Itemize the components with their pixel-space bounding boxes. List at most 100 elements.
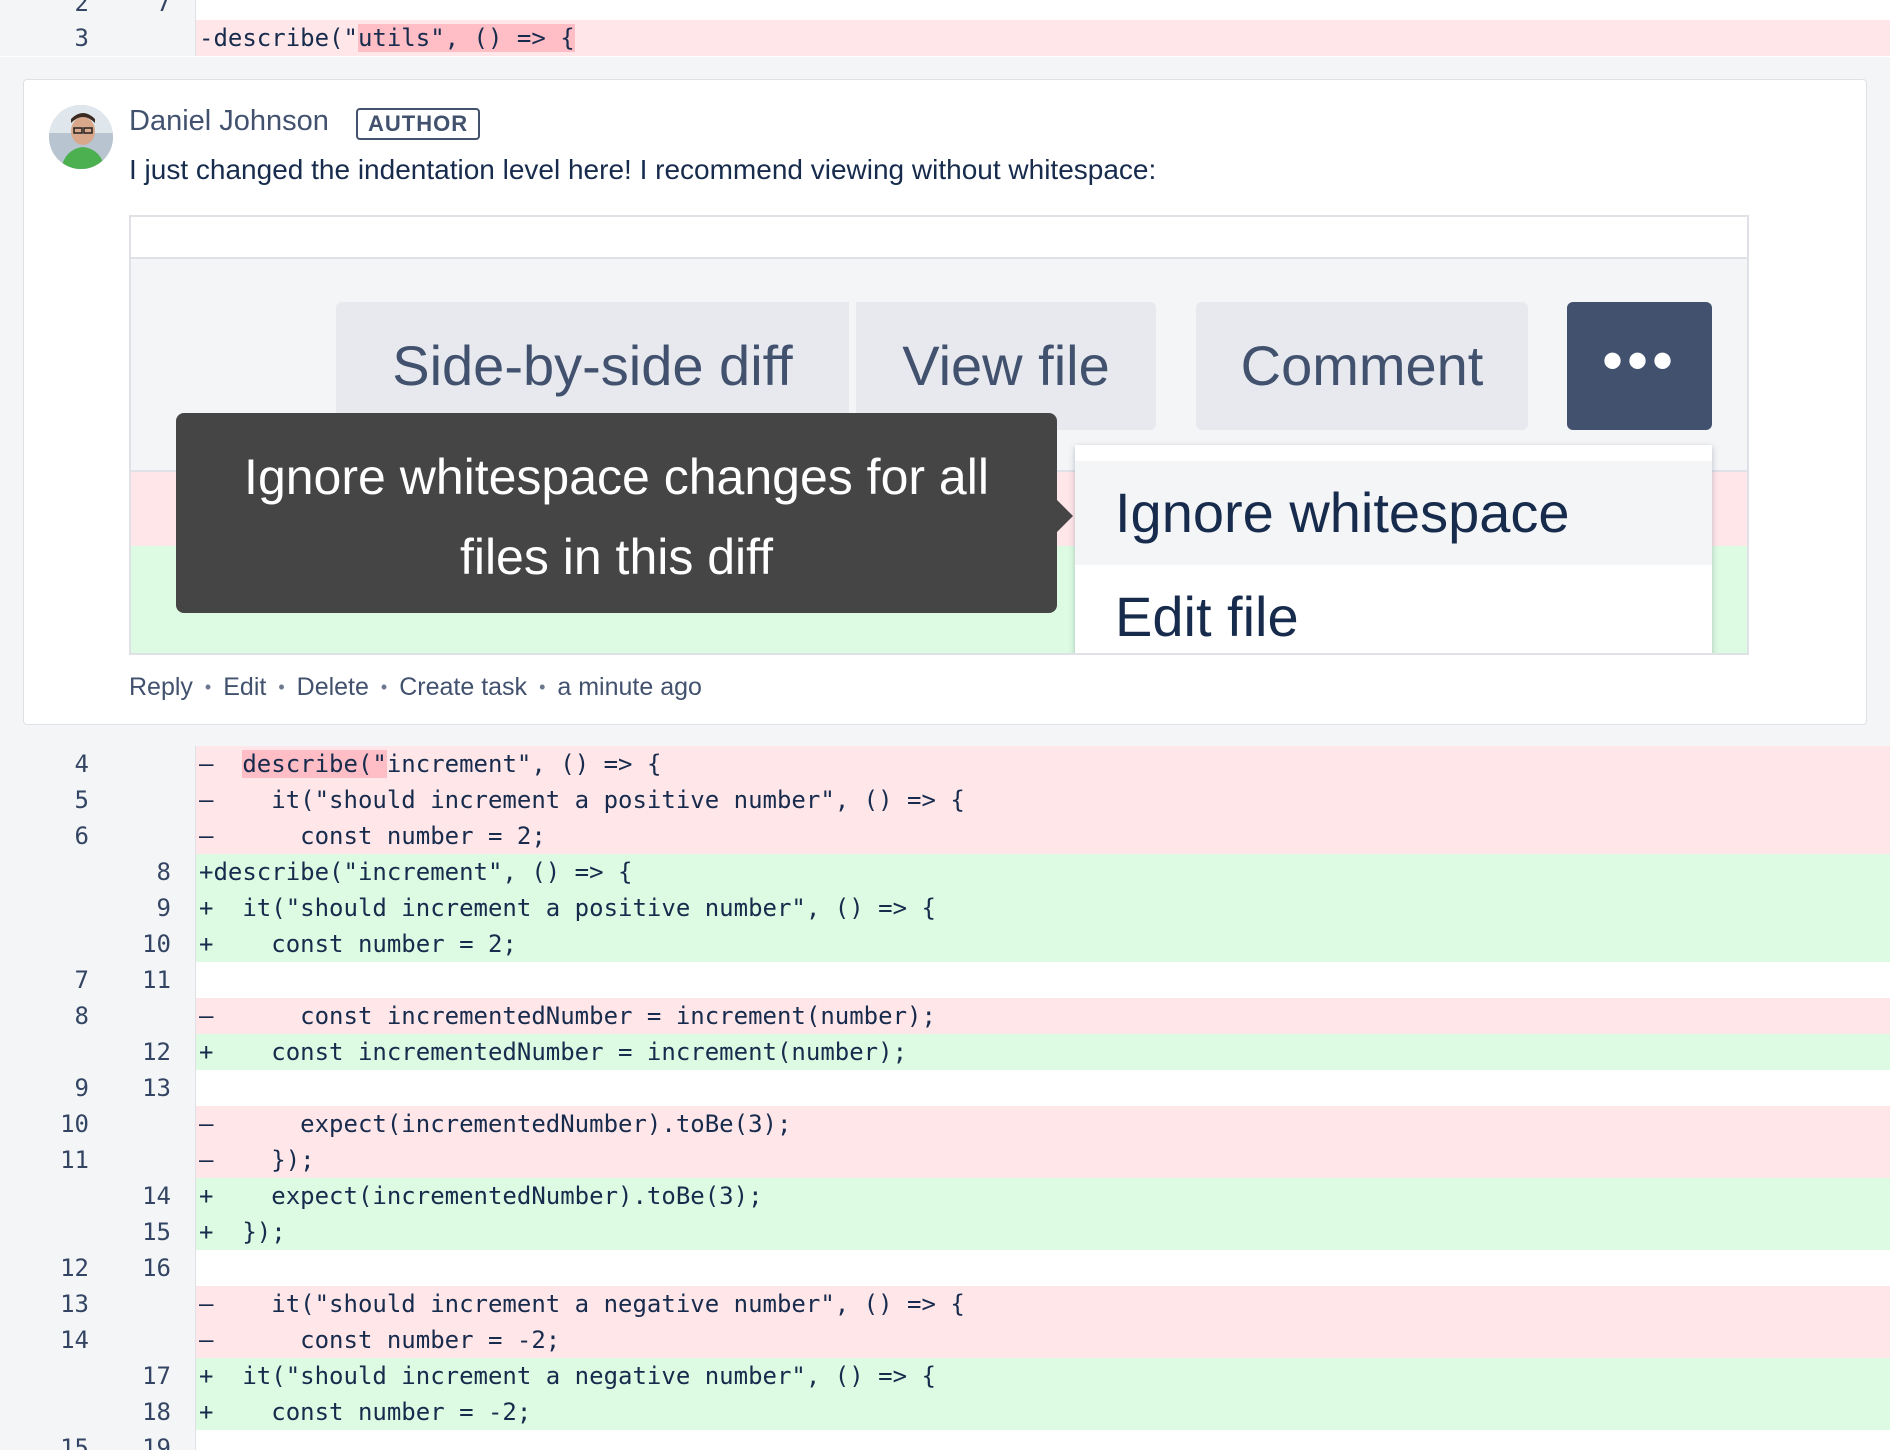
code-text: increment", () => { [386, 750, 662, 778]
new-line-number [97, 782, 194, 818]
old-line-number: 15 [0, 1430, 97, 1450]
code-line [196, 0, 1890, 20]
diff-row: 14 – const number = -2; [0, 1322, 1890, 1358]
new-line-number [97, 818, 194, 854]
line-numbers: 10 [0, 1106, 196, 1142]
code-line [196, 1250, 1890, 1286]
comment-button: Comment [1196, 302, 1528, 430]
old-line-number [0, 1178, 97, 1214]
code-highlight: utils", () => { [357, 24, 575, 52]
code-highlight: describe(" [242, 750, 387, 778]
tooltip-arrow [1057, 500, 1073, 532]
old-line-number: 4 [0, 746, 97, 782]
code-text: -describe(" [199, 24, 358, 52]
line-numbers: 14 [0, 1322, 196, 1358]
code-line: + it("should increment a positive number… [196, 890, 1890, 926]
old-line-number [0, 1358, 97, 1394]
code-line: – const number = -2; [196, 1322, 1890, 1358]
diff-row: 6 – const number = 2; [0, 818, 1890, 854]
diff-row: 10 + const number = 2; [0, 926, 1890, 962]
line-numbers: 13 [0, 1286, 196, 1322]
tooltip-line: Ignore whitespace changes for all [244, 449, 989, 505]
diff-bottom: 4 – describe("increment", () => {5 – it("s… [0, 746, 1890, 1450]
comment-timestamp[interactable]: a minute ago [557, 673, 702, 702]
new-line-number [97, 1142, 194, 1178]
old-line-number [0, 1214, 97, 1250]
tooltip-line: files in this diff [459, 529, 774, 585]
embedded-screenshot: Side-by-side diff View file Comment ••• … [129, 215, 1749, 655]
old-line-number: 3 [0, 20, 97, 56]
line-numbers: 8 [0, 998, 196, 1034]
old-line-number: 10 [0, 1106, 97, 1142]
old-line-number [0, 1034, 97, 1070]
tooltip: Ignore whitespace changes for all files … [176, 413, 1057, 613]
separator-dot: • [204, 677, 212, 697]
line-numbers: 2 7 [0, 0, 196, 20]
diff-row: 4 – describe("increment", () => { [0, 746, 1890, 782]
code-line: – }); [196, 1142, 1890, 1178]
old-line-number: 9 [0, 1070, 97, 1106]
line-numbers: 12 16 [0, 1250, 196, 1286]
old-line-number [0, 926, 97, 962]
new-line-number [97, 998, 194, 1034]
more-options-icon: ••• [1567, 302, 1712, 430]
new-line-number: 18 [97, 1394, 194, 1430]
reply-link[interactable]: Reply [129, 673, 193, 702]
line-numbers: 15 [0, 1214, 196, 1250]
code-line [196, 1070, 1890, 1106]
new-line-number: 11 [97, 962, 194, 998]
new-line-number: 15 [97, 1214, 194, 1250]
new-line-number: 19 [97, 1430, 194, 1450]
separator-dot: • [380, 677, 388, 697]
old-line-number [0, 1394, 97, 1430]
new-line-number [97, 1286, 194, 1322]
new-line-number: 8 [97, 854, 194, 890]
avatar[interactable] [49, 105, 113, 169]
edit-link[interactable]: Edit [223, 673, 266, 702]
diff-row: 10 – expect(incrementedNumber).toBe(3); [0, 1106, 1890, 1142]
new-line-number: 16 [97, 1250, 194, 1286]
line-numbers: 14 [0, 1178, 196, 1214]
code-line: – describe("increment", () => { [196, 746, 1890, 782]
code-line: + expect(incrementedNumber).toBe(3); [196, 1178, 1890, 1214]
new-line-number: 10 [97, 926, 194, 962]
comment-actions: Reply • Edit • Delete • Create task • a … [129, 673, 702, 702]
old-line-number [0, 890, 97, 926]
new-line-number: 17 [97, 1358, 194, 1394]
new-line-number: 9 [97, 890, 194, 926]
old-line-number: 6 [0, 818, 97, 854]
author-badge: AUTHOR [356, 108, 481, 140]
code-line: – const number = 2; [196, 818, 1890, 854]
diff-top: 2 7 3 -describe("utils", () => { [0, 0, 1890, 56]
line-numbers: 11 [0, 1142, 196, 1178]
line-numbers: 9 [0, 890, 196, 926]
code-line [196, 1430, 1890, 1450]
new-line-number: 12 [97, 1034, 194, 1070]
code-line: + const incrementedNumber = increment(nu… [196, 1034, 1890, 1070]
menu-item-edit-file: Edit file [1115, 585, 1299, 648]
new-line-number [97, 1106, 194, 1142]
new-line-number [97, 746, 194, 782]
old-line-number: 13 [0, 1286, 97, 1322]
code-line: + it("should increment a negative number… [196, 1358, 1890, 1394]
new-line-number [97, 1322, 194, 1358]
line-numbers: 8 [0, 854, 196, 890]
code-line: -describe("utils", () => { [196, 20, 1890, 56]
diff-row: 5 – it("should increment a positive numbe… [0, 782, 1890, 818]
menu-item-ignore-whitespace: Ignore whitespace [1075, 461, 1712, 565]
code-line: – it("should increment a negative number… [196, 1286, 1890, 1322]
diff-row: 8 +describe("increment", () => { [0, 854, 1890, 890]
diff-row: 15 19 [0, 1430, 1890, 1450]
comment-author[interactable]: Daniel Johnson [129, 105, 329, 138]
new-line-number [97, 20, 194, 56]
new-line-number: 7 [97, 0, 194, 20]
separator-dot: • [278, 677, 285, 697]
diff-row: 8 – const incrementedNumber = increment(n… [0, 998, 1890, 1034]
delete-link[interactable]: Delete [297, 673, 369, 702]
old-line-number: 11 [0, 1142, 97, 1178]
comment-text: I just changed the indentation level her… [129, 154, 1157, 185]
diff-row: 9 + it("should increment a positive numbe… [0, 890, 1890, 926]
diff-row: 2 7 [0, 0, 1890, 20]
create-task-link[interactable]: Create task [399, 673, 527, 702]
diff-row: 3 -describe("utils", () => { [0, 20, 1890, 56]
